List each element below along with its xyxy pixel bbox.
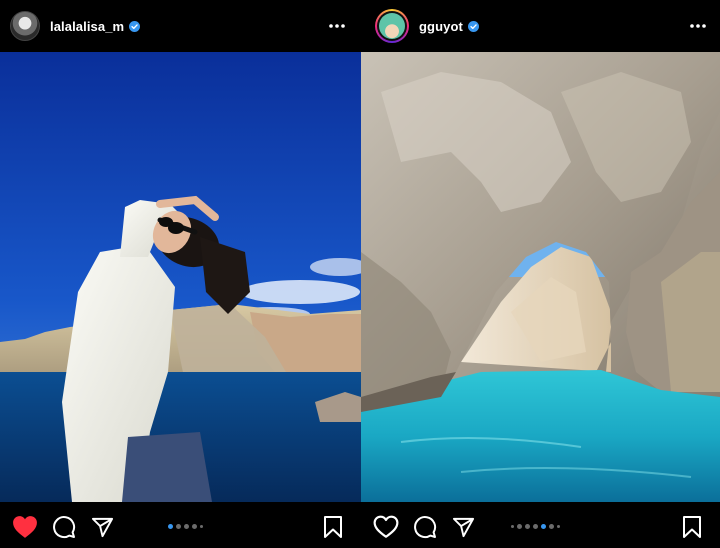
save-button[interactable] <box>679 514 705 540</box>
more-horizontal-icon <box>690 24 706 28</box>
heart-icon <box>373 515 399 538</box>
avatar[interactable] <box>375 9 409 43</box>
like-button[interactable] <box>12 514 38 540</box>
paper-plane-icon <box>452 517 474 537</box>
save-button[interactable] <box>320 514 346 540</box>
carousel-indicator <box>168 524 203 529</box>
share-button[interactable] <box>450 514 476 540</box>
username[interactable]: gguyot <box>419 19 463 34</box>
comment-icon <box>53 516 76 539</box>
share-button[interactable] <box>89 514 115 540</box>
post-header: gguyot <box>361 0 720 52</box>
carousel-dot <box>184 524 189 529</box>
paper-plane-icon <box>91 517 113 537</box>
more-options-button[interactable] <box>326 15 348 37</box>
bookmark-icon <box>683 516 701 538</box>
carousel-dot <box>168 524 173 529</box>
post-actions <box>0 502 361 548</box>
heart-icon <box>13 516 37 538</box>
carousel-dot <box>511 525 514 528</box>
carousel-dot <box>192 524 197 529</box>
post-actions <box>361 502 720 548</box>
carousel-dot <box>525 524 530 529</box>
carousel-dot <box>176 524 181 529</box>
post-lalalalisa: lalalalisa_m <box>0 0 361 548</box>
like-button[interactable] <box>373 514 399 540</box>
post-header: lalalalisa_m <box>0 0 361 52</box>
post-gguyot: gguyot <box>361 0 720 548</box>
verified-badge-icon <box>129 20 141 32</box>
post-photo[interactable] <box>0 52 361 502</box>
carousel-dot <box>541 524 546 529</box>
post-photo[interactable] <box>361 52 720 502</box>
comment-icon <box>414 516 437 539</box>
carousel-dot <box>200 525 203 528</box>
carousel-indicator <box>511 524 560 529</box>
carousel-dot <box>533 524 538 529</box>
bookmark-icon <box>324 516 342 538</box>
avatar[interactable] <box>10 11 40 41</box>
comment-button[interactable] <box>51 514 77 540</box>
carousel-dot <box>549 524 554 529</box>
carousel-dot <box>517 524 522 529</box>
instagram-feed: lalalalisa_m gguyot <box>0 0 720 548</box>
comment-button[interactable] <box>412 514 438 540</box>
username[interactable]: lalalalisa_m <box>50 19 124 34</box>
verified-badge-icon <box>467 20 479 32</box>
more-options-button[interactable] <box>687 15 709 37</box>
photo-woman-boat <box>0 52 361 502</box>
carousel-dot <box>557 525 560 528</box>
more-horizontal-icon <box>329 24 345 28</box>
photo-rock-arch <box>361 52 720 502</box>
